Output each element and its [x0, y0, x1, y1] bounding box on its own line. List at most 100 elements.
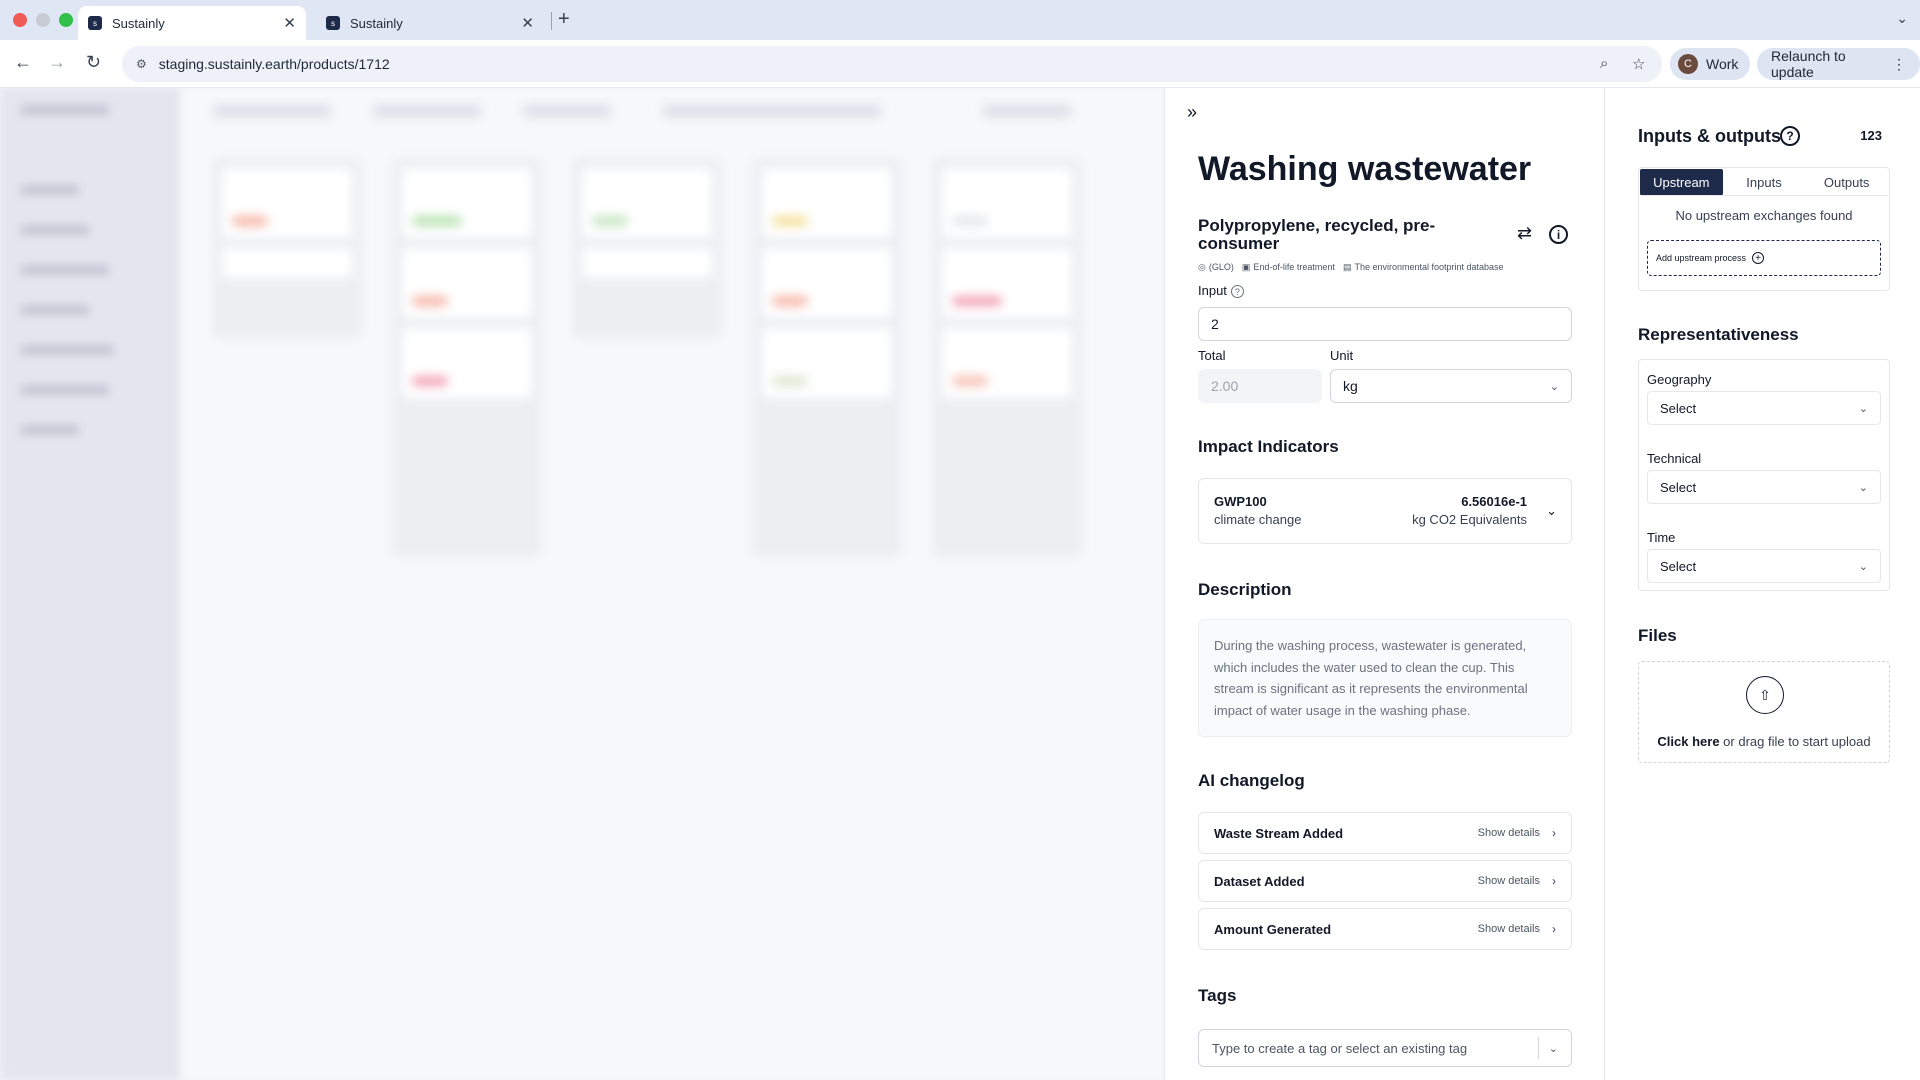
bg-nav-item — [20, 384, 110, 396]
chevron-down-icon[interactable]: ⌄ — [1549, 1042, 1558, 1055]
bg-column — [932, 158, 1082, 558]
tab-close-icon[interactable]: ✕ — [521, 14, 534, 32]
input-label: Input — [1198, 283, 1227, 298]
chevron-down-icon: ⌄ — [1858, 481, 1868, 494]
meta-geography: ◎ (GLO) — [1198, 262, 1234, 272]
help-icon[interactable]: ? — [1780, 126, 1800, 146]
bg-nav-item — [20, 224, 90, 236]
swap-dataset-icon[interactable]: ⇄ — [1517, 223, 1532, 244]
representativeness-heading: Representativeness — [1638, 325, 1799, 344]
upload-text: Click here or drag file to start upload — [1639, 734, 1889, 749]
chevron-right-icon: › — [1552, 922, 1556, 936]
forward-arrow-icon[interactable]: → — [48, 52, 66, 73]
right-sidebar: Inputs & outputs ? 123 Upstream Inputs O… — [1604, 88, 1920, 1080]
io-panel: Upstream Inputs Outputs No upstream exch… — [1638, 167, 1890, 291]
tab-outputs[interactable]: Outputs — [1805, 169, 1889, 196]
changelog-heading: AI changelog — [1198, 771, 1305, 790]
io-title: Inputs & outputs — [1638, 126, 1781, 146]
bookmark-star-icon[interactable]: ☆ — [1632, 55, 1645, 73]
divider — [1537, 1037, 1539, 1059]
technical-select[interactable]: Select ⌄ — [1647, 470, 1881, 504]
address-bar[interactable]: ⚙ staging.sustainly.earth/products/1712 … — [122, 46, 1662, 82]
tab-inputs[interactable]: Inputs — [1722, 169, 1806, 196]
tab-close-icon[interactable]: ✕ — [283, 14, 296, 32]
browser-tab-2[interactable]: s Sustainly ✕ — [316, 6, 544, 40]
bg-card — [402, 168, 532, 238]
bg-card — [402, 248, 532, 318]
add-upstream-button[interactable]: Add upstream process + — [1647, 240, 1881, 276]
bg-card — [762, 168, 892, 238]
add-upstream-label: Add upstream process — [1656, 253, 1747, 263]
database-icon: ▤ — [1342, 262, 1352, 272]
background-app-blurred — [0, 88, 1164, 1080]
show-details-link[interactable]: Show details — [1478, 923, 1540, 935]
info-icon[interactable]: i — [1549, 225, 1568, 244]
back-arrow-icon[interactable]: ← — [14, 52, 32, 73]
avatar: C — [1678, 54, 1698, 74]
description-text[interactable]: During the washing process, wastewater i… — [1198, 619, 1572, 737]
impact-heading: Impact Indicators — [1198, 437, 1339, 456]
profile-button[interactable]: C Work — [1670, 48, 1751, 80]
time-select[interactable]: Select ⌄ — [1647, 549, 1881, 583]
tab-upstream[interactable]: Upstream — [1640, 169, 1723, 196]
total-field: 2.00 — [1198, 369, 1322, 403]
upload-rest: or drag file to start upload — [1719, 734, 1871, 749]
bg-card — [222, 248, 352, 278]
show-details-link[interactable]: Show details — [1478, 875, 1540, 887]
browser-toolbar: ← → ↻ ⚙ staging.sustainly.earth/products… — [0, 40, 1920, 88]
upload-link[interactable]: Click here — [1657, 734, 1719, 749]
relaunch-button[interactable]: Relaunch to update ⋮ — [1757, 48, 1920, 80]
chevron-down-icon[interactable]: ⌄ — [1546, 503, 1557, 519]
collapse-panel-icon[interactable]: » — [1187, 102, 1197, 123]
file-dropzone[interactable]: ⇧ Click here or drag file to start uploa… — [1638, 661, 1890, 763]
unit-select[interactable]: kg ⌄ — [1330, 369, 1572, 403]
tab-title: Sustainly — [350, 15, 403, 31]
dataset-meta: ◎ (GLO) ▣ End-of-life treatment ▤ The envir… — [1198, 262, 1504, 273]
new-tab-plus-icon[interactable]: + — [558, 8, 570, 31]
indicator-code: GWP100 — [1214, 494, 1267, 509]
site-settings-icon[interactable]: ⚙ — [136, 57, 147, 71]
bg-card — [762, 328, 892, 398]
time-label: Time — [1647, 530, 1676, 545]
changelog-item[interactable]: Dataset Added Show details › — [1198, 860, 1572, 902]
total-value: 2.00 — [1211, 378, 1239, 394]
geography-select[interactable]: Select ⌄ — [1647, 391, 1881, 425]
show-details-link[interactable]: Show details — [1478, 827, 1540, 839]
window-minimize-button[interactable] — [36, 13, 50, 27]
impact-indicator-card[interactable]: GWP100 climate change 6.56016e-1 kg CO2 … — [1198, 478, 1572, 544]
unit-value: kg — [1343, 378, 1358, 394]
tags-input[interactable]: Type to create a tag or select an existi… — [1198, 1029, 1572, 1067]
changelog-item[interactable]: Waste Stream Added Show details › — [1198, 812, 1572, 854]
indicator-category: climate change — [1214, 512, 1302, 527]
representativeness-panel: Geography Select ⌄ Technical Select ⌄ Ti… — [1638, 359, 1890, 591]
input-label-row: Input? — [1198, 283, 1244, 299]
help-icon[interactable]: ? — [1230, 285, 1244, 299]
bg-toolbar-item — [372, 104, 482, 118]
bg-card — [762, 248, 892, 318]
profile-label: Work — [1706, 56, 1739, 72]
geography-value: Select — [1660, 400, 1697, 416]
bg-card — [582, 168, 712, 238]
bg-card — [582, 248, 712, 278]
bg-card — [942, 248, 1072, 318]
unit-label: Unit — [1330, 348, 1354, 363]
changelog-item[interactable]: Amount Generated Show details › — [1198, 908, 1572, 950]
window-maximize-button[interactable] — [59, 13, 73, 27]
more-menu-icon[interactable]: ⋮ — [1892, 56, 1906, 73]
input-amount-field[interactable]: 2 — [1198, 307, 1572, 341]
bg-nav-item — [20, 264, 110, 276]
reload-icon[interactable]: ↻ — [86, 52, 101, 73]
meta-database: ▤ The environmental footprint database — [1342, 262, 1504, 272]
tab-search-chevron-icon[interactable]: ⌄ — [1896, 10, 1908, 27]
total-label: Total — [1198, 348, 1226, 363]
browser-tab-1[interactable]: s Sustainly ✕ — [78, 6, 306, 40]
tab-separator — [551, 12, 552, 30]
zoom-icon[interactable]: ⌕ — [1600, 55, 1608, 72]
bg-nav-item — [20, 344, 115, 356]
io-count: 123 — [1860, 128, 1882, 143]
indicator-value: 6.56016e-1 — [1461, 494, 1527, 509]
input-amount-value: 2 — [1211, 316, 1219, 332]
bg-logo — [20, 104, 110, 116]
window-close-button[interactable] — [13, 13, 27, 27]
bg-card — [942, 168, 1072, 238]
